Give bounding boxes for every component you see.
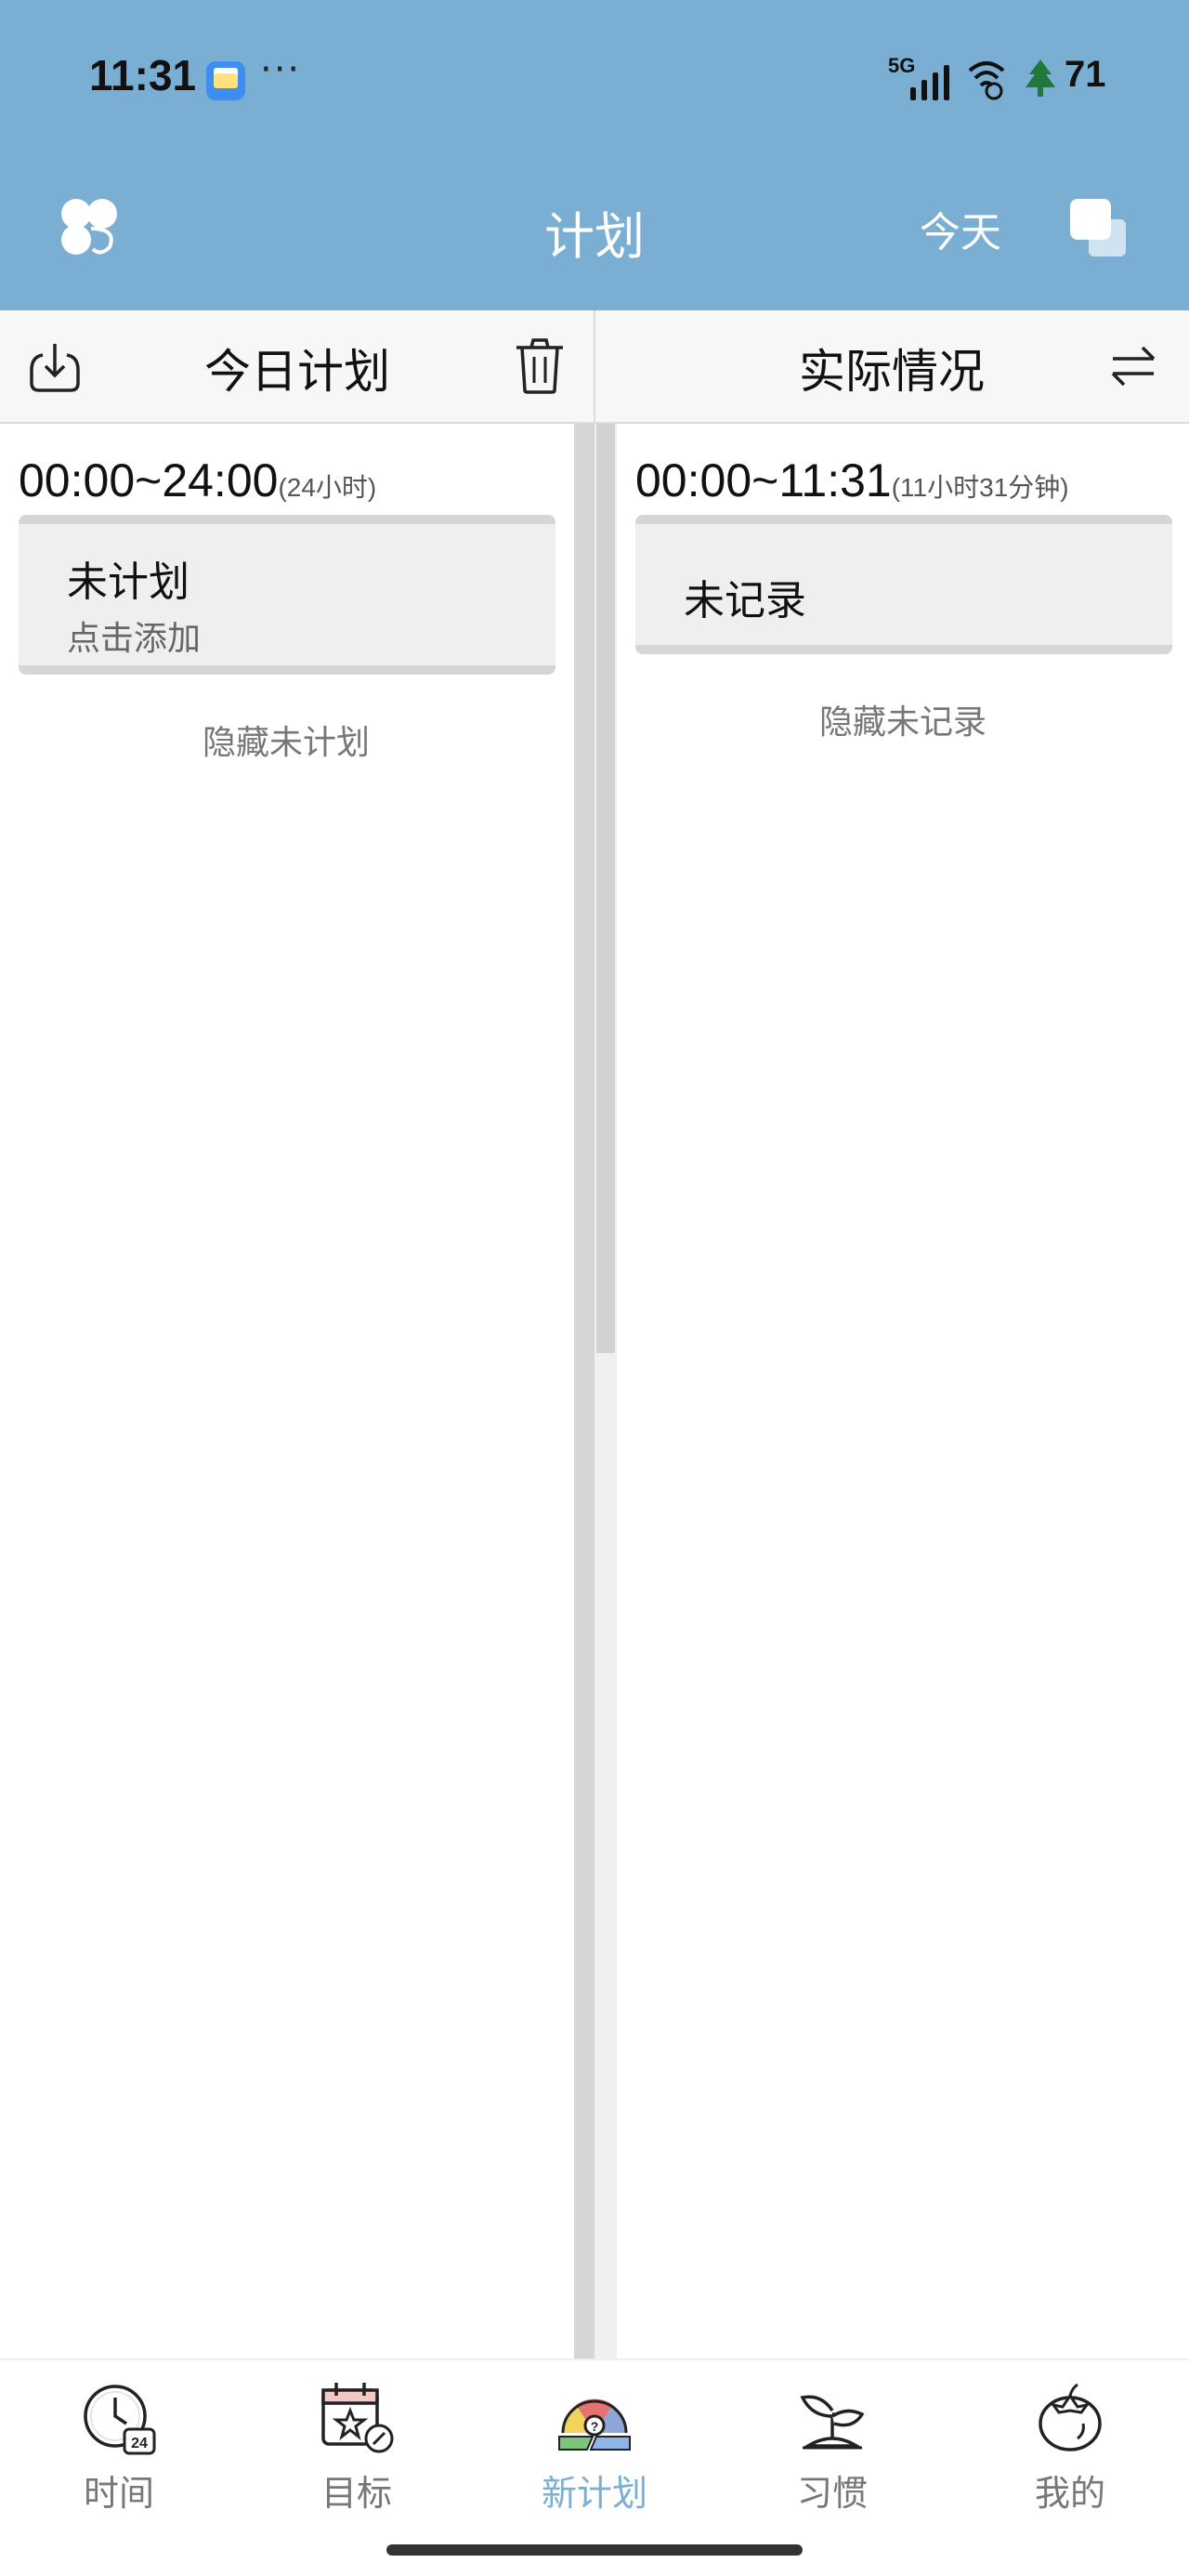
hide-unplanned-button[interactable]: 隐藏未计划	[0, 716, 572, 764]
today-button[interactable]: 今天	[920, 199, 1001, 258]
nav-item-habit[interactable]: 习惯	[758, 2379, 907, 2518]
plan-range-text: 00:00~24:00	[19, 454, 279, 506]
tomato-icon	[1039, 2383, 1102, 2451]
wallet-app-icon	[206, 61, 245, 100]
status-bar: 11:31 ··· 5G 71	[0, 0, 1189, 158]
plan-column-title: 今日计划	[204, 345, 390, 399]
actual-duration: (11小时31分钟)	[891, 473, 1069, 502]
unplanned-title: 未计划	[67, 559, 189, 606]
bottom-nav: 24 时间 目标 ? 新计划 习惯 我的	[0, 2359, 1189, 2576]
tap-to-add-hint: 点击添加	[67, 620, 202, 658]
nav-item-goal[interactable]: 目标	[282, 2379, 431, 2518]
gauge-icon: ?	[558, 2399, 631, 2451]
app-header: 11:31 ··· 5G 71 计划 今天	[0, 0, 1189, 310]
unplanned-card[interactable]: 未计划 点击添加	[19, 515, 555, 675]
page-title: 计划	[544, 207, 645, 266]
nav-label-mine: 我的	[1034, 2473, 1105, 2514]
actual-column-title: 实际情况	[799, 345, 985, 399]
home-indicator	[386, 2544, 803, 2556]
unrecorded-card[interactable]: 未记录	[635, 515, 1172, 654]
clock-24-icon: 24	[84, 2385, 156, 2455]
column-headers: 今日计划 实际情况	[0, 310, 1189, 424]
actual-range-text: 00:00~11:31	[635, 454, 892, 506]
status-more: ···	[260, 48, 302, 91]
nav-item-time[interactable]: 24 时间	[45, 2379, 193, 2518]
svg-text:24: 24	[131, 2436, 148, 2451]
tree-icon	[1026, 59, 1055, 97]
wifi-icon	[968, 61, 1005, 100]
status-time: 11:31	[89, 51, 197, 99]
plan-time-range: 00:00~24:00(24小时)	[19, 453, 376, 507]
nav-label-time: 时间	[83, 2473, 154, 2514]
copy-icon[interactable]	[1066, 195, 1131, 260]
nav-label-new-plan: 新计划	[541, 2473, 647, 2514]
actual-time-range: 00:00~11:31(11小时31分钟)	[635, 453, 1069, 507]
svg-text:?: ?	[591, 2419, 599, 2434]
trash-icon[interactable]	[513, 336, 567, 396]
unrecorded-title: 未记录	[684, 577, 806, 624]
battery-level: 71	[1065, 54, 1106, 95]
swap-icon[interactable]	[1107, 340, 1159, 392]
nav-label-goal: 目标	[320, 2473, 392, 2514]
nav-item-mine[interactable]: 我的	[996, 2379, 1144, 2518]
left-scrollbar[interactable]	[574, 424, 594, 2359]
calendar-star-icon	[321, 2383, 394, 2453]
signal-icon	[910, 65, 949, 100]
title-bar: 计划 今天	[0, 158, 1189, 310]
nav-item-new-plan[interactable]: ? 新计划	[520, 2379, 669, 2518]
hide-unrecorded-button[interactable]: 隐藏未记录	[617, 695, 1189, 743]
right-scrollbar-thumb[interactable]	[596, 424, 615, 1353]
plan-duration: (24小时)	[278, 473, 377, 502]
sprout-icon	[800, 2395, 865, 2450]
nav-label-habit: 习惯	[796, 2473, 868, 2514]
